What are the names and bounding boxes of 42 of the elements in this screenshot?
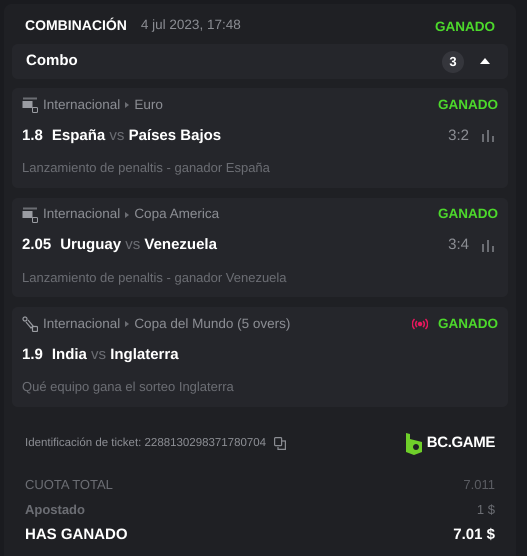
bet-type: COMBINACIÓN [25, 16, 127, 34]
match-title: España vs Países Bajos [52, 126, 222, 146]
category-label: Internacional [43, 96, 120, 114]
chevron-right-icon [125, 102, 130, 108]
total-value: 7.011 [463, 476, 495, 494]
stats-icon[interactable] [481, 240, 495, 252]
market-label: Qué equipo gana el sorteo Inglaterra [22, 378, 235, 396]
copy-icon[interactable] [274, 437, 286, 450]
status-label: GANADO [438, 96, 498, 114]
league-label: Euro [134, 96, 163, 114]
chevron-right-icon [125, 212, 130, 218]
total-value: 1 $ [476, 501, 495, 520]
score-value: 3:2 [448, 126, 469, 146]
score-value: 3:4 [448, 235, 469, 256]
match-title: Uruguay vs Venezuela [60, 235, 217, 256]
caret-up-icon [480, 58, 490, 65]
league-label: Copa America [134, 205, 220, 224]
league-label: Copa del Mundo (5 overs) [134, 314, 290, 333]
odds-value: 1.9 [22, 344, 43, 365]
brand-name: BC.GAME [426, 433, 495, 454]
combo-header[interactable]: Combo 3 [12, 44, 508, 79]
stats-icon[interactable] [481, 130, 495, 142]
market-label: Lanzamiento de penaltis - ganador España [22, 159, 271, 177]
bet-date: 4 jul 2023, 17:48 [140, 16, 241, 34]
status-label: GANADO [435, 18, 495, 36]
odds-value: 1.8 [22, 126, 43, 146]
market-label: Lanzamiento de penaltis - ganador Venezuela [22, 268, 288, 287]
total-label: CUOTA TOTAL [25, 476, 113, 494]
category-label: Internacional [43, 314, 120, 333]
brand-logo-icon [404, 432, 423, 454]
chevron-right-icon [125, 321, 130, 327]
status-label: GANADO [438, 205, 498, 224]
cricket-bat-icon [22, 316, 38, 332]
count-badge: 3 [442, 50, 464, 72]
total-label: HAS GANADO [25, 524, 128, 545]
ticket-id: Identificación de ticket: 2288130298371780704 [25, 436, 266, 451]
match-title: India vs Inglaterra [52, 344, 179, 365]
status-label: GANADO [438, 314, 498, 333]
total-value: 7.01 $ [453, 524, 495, 545]
odds-value: 2.05 [22, 235, 52, 256]
total-label: Apostado [25, 501, 85, 520]
category-label: Internacional [43, 205, 120, 224]
